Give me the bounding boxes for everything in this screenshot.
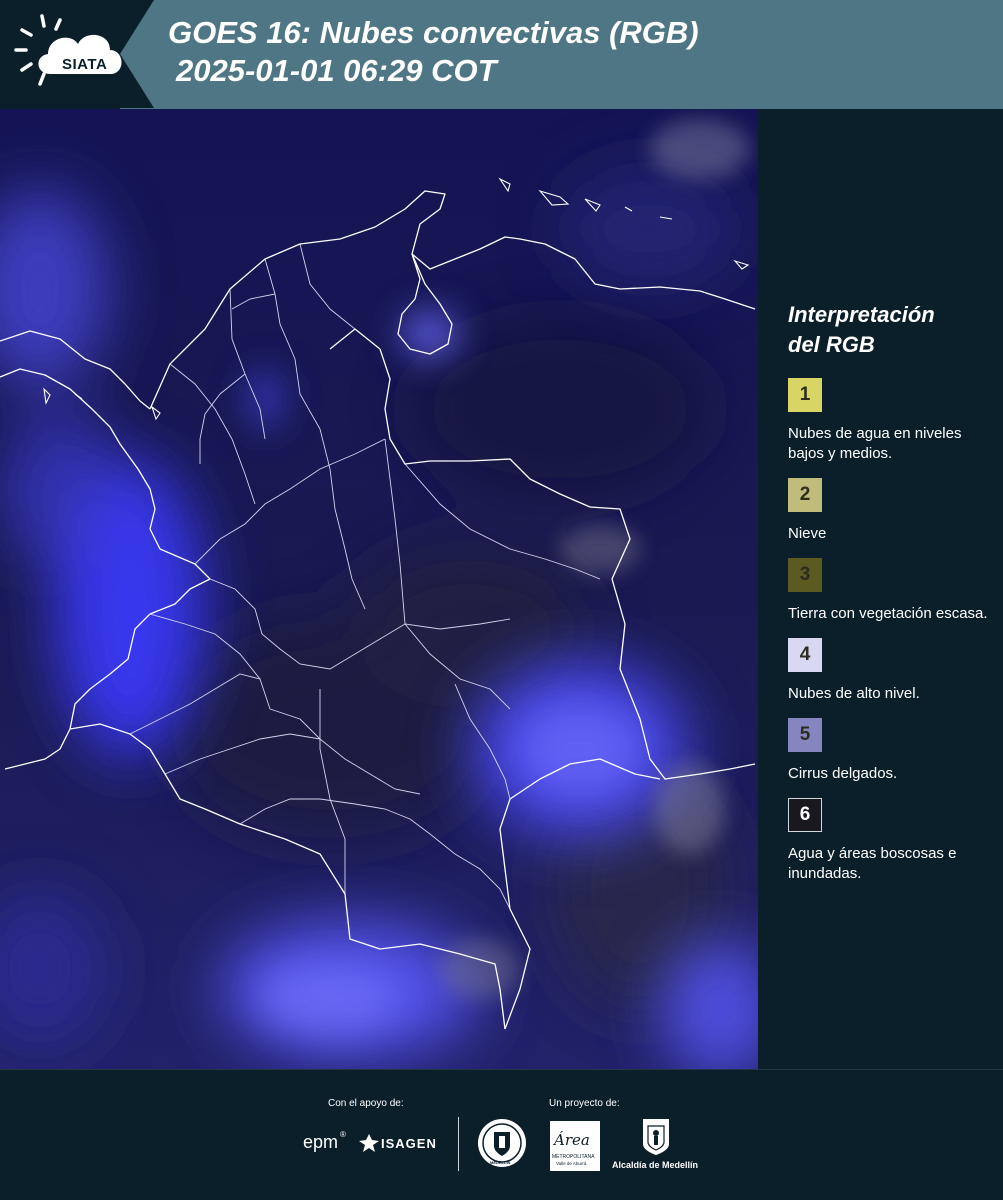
rgb-legend: Interpretación del RGB 1 Nubes de agua e…	[775, 300, 995, 898]
header: SIATA GOES 16: Nubes convectivas (RGB) 2…	[0, 0, 1003, 109]
legend-label-4: Nubes de alto nivel.	[788, 685, 920, 702]
legend-item: 2 Nieve	[788, 478, 995, 544]
legend-title: Interpretación del RGB	[788, 300, 995, 360]
legend-label-5: Cirrus delgados.	[788, 765, 898, 782]
legend-title-line2: del RGB	[788, 332, 875, 357]
epm-logo: epm	[303, 1132, 339, 1152]
legend-item: 1 Nubes de agua en niveles bajos y medio…	[788, 378, 995, 464]
satellite-map[interactable]	[0, 109, 758, 1069]
legend-swatch-1: 1	[788, 378, 822, 412]
isagen-icon	[359, 1134, 379, 1152]
footer-divider	[458, 1117, 459, 1171]
project-label: Un proyecto de:	[549, 1098, 620, 1109]
legend-item: 5 Cirrus delgados.	[788, 718, 995, 784]
legend-label-3: Tierra con vegetación escasa.	[788, 605, 988, 622]
sun-cloud-icon	[14, 14, 122, 86]
area-logo-subtitle-2: Valle de Aburrá	[556, 1161, 587, 1166]
legend-item: 4 Nubes de alto nivel.	[788, 638, 995, 704]
legend-item: 6 Agua y áreas boscosas e inundadas.	[788, 798, 995, 884]
area-logo-text: Área	[554, 1131, 590, 1149]
legend-swatch-5: 5	[788, 718, 822, 752]
page-title: GOES 16: Nubes convectivas (RGB) 2025-01…	[168, 14, 699, 90]
legend-swatch-6: 6	[788, 798, 822, 832]
legend-swatch-2: 2	[788, 478, 822, 512]
legend-swatch-4: 4	[788, 638, 822, 672]
area-metropolitana-logo: Área METROPOLITANA Valle de Aburrá	[550, 1121, 600, 1171]
support-label: Con el apoyo de:	[328, 1098, 404, 1109]
footer: Con el apoyo de: Un proyecto de: epm ® I…	[0, 1069, 1003, 1200]
legend-label-1: Nubes de agua en niveles bajos y medios.	[788, 425, 962, 462]
title-datetime: 2025-01-01 06:29 COT	[176, 53, 497, 88]
legend-label-6: Agua y áreas boscosas e inundadas.	[788, 845, 957, 882]
title-product: GOES 16: Nubes convectivas (RGB)	[168, 15, 699, 50]
isagen-logo: ISAGEN	[381, 1136, 437, 1151]
alcaldia-shield-icon	[643, 1119, 669, 1155]
legend-label-2: Nieve	[788, 525, 827, 542]
legend-item: 3 Tierra con vegetación escasa.	[788, 558, 995, 624]
legend-title-line1: Interpretación	[788, 302, 935, 327]
satellite-image	[0, 109, 758, 1069]
legend-swatch-3: 3	[788, 558, 822, 592]
area-logo-subtitle: METROPOLITANA	[552, 1154, 595, 1160]
siata-logo: SIATA	[14, 12, 130, 96]
medellin-seal-text: MEDELLÍN	[490, 1160, 511, 1165]
epm-registered-mark: ®	[340, 1130, 346, 1139]
page: SIATA GOES 16: Nubes convectivas (RGB) 2…	[0, 0, 1003, 1200]
siata-logo-text: SIATA	[62, 56, 108, 73]
alcaldia-logo-text: Alcaldía de Medellín	[612, 1160, 699, 1170]
